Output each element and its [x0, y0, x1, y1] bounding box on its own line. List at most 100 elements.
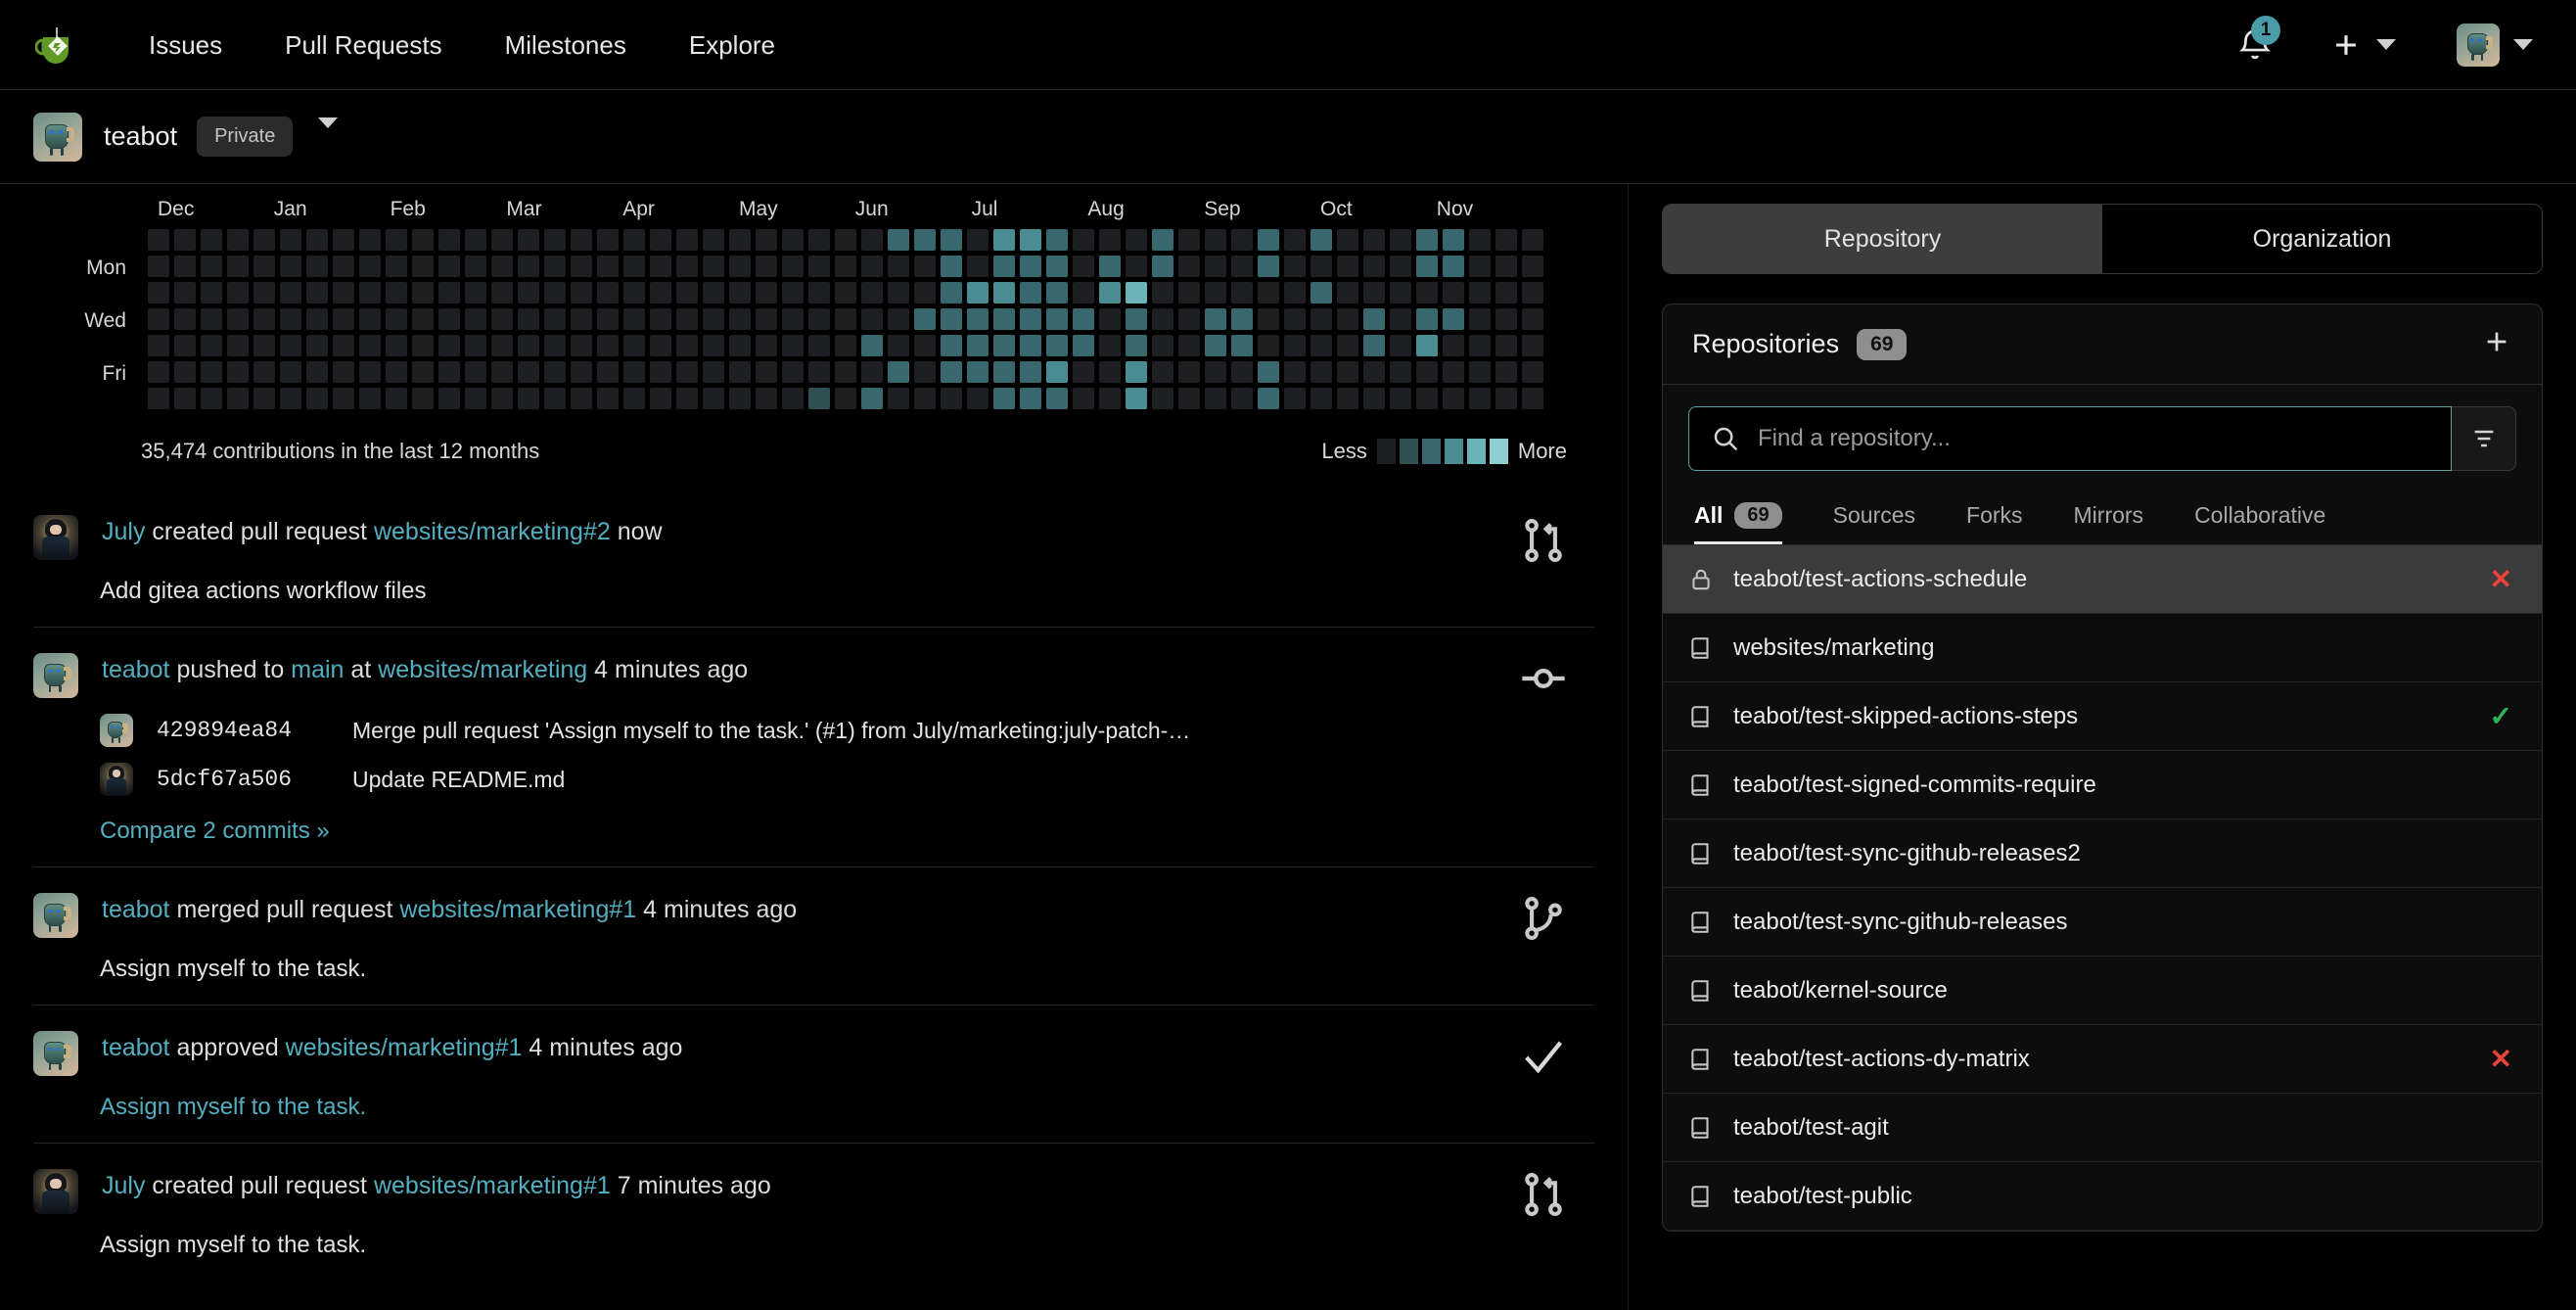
heatmap-cell[interactable]	[253, 335, 275, 356]
heatmap-cell[interactable]	[1311, 229, 1332, 251]
heatmap-cell[interactable]	[1284, 282, 1306, 304]
heatmap-cell[interactable]	[676, 229, 698, 251]
heatmap-cell[interactable]	[914, 308, 936, 330]
heatmap-cell[interactable]	[465, 361, 486, 383]
heatmap-cell[interactable]	[1390, 361, 1411, 383]
heatmap-cell[interactable]	[386, 256, 407, 277]
heatmap-cell[interactable]	[201, 229, 222, 251]
heatmap-cell[interactable]	[412, 335, 434, 356]
heatmap-cell[interactable]	[201, 308, 222, 330]
repository-list-item[interactable]: teabot/test-actions-dy-matrix ✕	[1663, 1025, 2542, 1094]
heatmap-cell[interactable]	[941, 308, 962, 330]
heatmap-cell[interactable]	[835, 388, 856, 409]
heatmap-cell[interactable]	[888, 282, 909, 304]
heatmap-cell[interactable]	[1311, 335, 1332, 356]
heatmap-cell[interactable]	[993, 282, 1015, 304]
heatmap-cell[interactable]	[729, 335, 751, 356]
heatmap-cell[interactable]	[1046, 256, 1068, 277]
heatmap-cell[interactable]	[967, 282, 989, 304]
heatmap-cell[interactable]	[465, 256, 486, 277]
heatmap-cell[interactable]	[861, 388, 883, 409]
heatmap-cell[interactable]	[861, 308, 883, 330]
heatmap-cell[interactable]	[808, 256, 830, 277]
heatmap-cell[interactable]	[782, 388, 804, 409]
nav-link-pull-requests[interactable]: Pull Requests	[253, 0, 473, 90]
heatmap-cell[interactable]	[306, 308, 328, 330]
heatmap-cell[interactable]	[174, 361, 196, 383]
heatmap-cell[interactable]	[941, 282, 962, 304]
heatmap-cell[interactable]	[1126, 335, 1147, 356]
heatmap-cell[interactable]	[359, 335, 381, 356]
heatmap-cell[interactable]	[1522, 282, 1543, 304]
activity-target-link[interactable]: websites/marketing#2	[374, 518, 611, 545]
heatmap-cell[interactable]	[941, 256, 962, 277]
heatmap-cell[interactable]	[1495, 256, 1517, 277]
heatmap-cell[interactable]	[491, 388, 513, 409]
heatmap-cell[interactable]	[1495, 282, 1517, 304]
heatmap-cell[interactable]	[888, 388, 909, 409]
heatmap-cell[interactable]	[1284, 229, 1306, 251]
heatmap-cell[interactable]	[888, 256, 909, 277]
nav-link-milestones[interactable]: Milestones	[474, 0, 658, 90]
heatmap-cell[interactable]	[333, 282, 354, 304]
heatmap-cell[interactable]	[280, 388, 301, 409]
heatmap-cell[interactable]	[333, 335, 354, 356]
heatmap-cell[interactable]	[1469, 308, 1491, 330]
heatmap-cell[interactable]	[597, 256, 619, 277]
heatmap-cell[interactable]	[756, 282, 777, 304]
compare-commits-link[interactable]: Compare 2 commits »	[100, 818, 330, 845]
heatmap-cell[interactable]	[756, 256, 777, 277]
heatmap-cell[interactable]	[676, 308, 698, 330]
heatmap-cell[interactable]	[1469, 361, 1491, 383]
search-box[interactable]	[1688, 406, 2452, 471]
heatmap-cell[interactable]	[1495, 361, 1517, 383]
heatmap-cell[interactable]	[1416, 308, 1438, 330]
heatmap-cell[interactable]	[412, 282, 434, 304]
heatmap-cell[interactable]	[491, 335, 513, 356]
heatmap-cell[interactable]	[253, 256, 275, 277]
heatmap-cell[interactable]	[465, 308, 486, 330]
heatmap-cell[interactable]	[993, 361, 1015, 383]
heatmap-cell[interactable]	[1469, 256, 1491, 277]
activity-target-link[interactable]: websites/marketing#1	[374, 1172, 611, 1199]
heatmap-cell[interactable]	[703, 361, 724, 383]
heatmap-cell[interactable]	[888, 308, 909, 330]
heatmap-cell[interactable]	[1443, 229, 1464, 251]
heatmap-cell[interactable]	[1522, 256, 1543, 277]
heatmap-cell[interactable]	[571, 361, 592, 383]
heatmap-cell[interactable]	[1020, 282, 1041, 304]
heatmap-cell[interactable]	[1495, 335, 1517, 356]
heatmap-cell[interactable]	[1099, 282, 1121, 304]
repository-list-item[interactable]: teabot/test-public	[1663, 1162, 2542, 1231]
gitea-teacup-logo[interactable]	[33, 20, 84, 70]
heatmap-cell[interactable]	[1178, 229, 1200, 251]
owner-switch-button[interactable]	[318, 117, 339, 146]
heatmap-cell[interactable]	[333, 388, 354, 409]
heatmap-cell[interactable]	[227, 229, 249, 251]
heatmap-cell[interactable]	[993, 308, 1015, 330]
activity-target-link[interactable]: websites/marketing	[378, 656, 587, 683]
heatmap-cell[interactable]	[729, 388, 751, 409]
heatmap-cell[interactable]	[1363, 335, 1385, 356]
heatmap-cell[interactable]	[861, 282, 883, 304]
heatmap-cell[interactable]	[941, 388, 962, 409]
heatmap-cell[interactable]	[1495, 388, 1517, 409]
heatmap-cell[interactable]	[333, 308, 354, 330]
heatmap-cell[interactable]	[835, 229, 856, 251]
heatmap-cell[interactable]	[412, 256, 434, 277]
heatmap-cell[interactable]	[1231, 335, 1253, 356]
heatmap-cell[interactable]	[306, 388, 328, 409]
heatmap-cell[interactable]	[914, 282, 936, 304]
heatmap-cell[interactable]	[1469, 388, 1491, 409]
heatmap-cell[interactable]	[782, 335, 804, 356]
heatmap-cell[interactable]	[1469, 335, 1491, 356]
heatmap-cell[interactable]	[808, 282, 830, 304]
heatmap-cell[interactable]	[1363, 282, 1385, 304]
heatmap-cell[interactable]	[386, 229, 407, 251]
heatmap-cell[interactable]	[967, 256, 989, 277]
heatmap-cell[interactable]	[650, 335, 671, 356]
heatmap-cell[interactable]	[306, 361, 328, 383]
heatmap-cell[interactable]	[1337, 361, 1358, 383]
heatmap-cell[interactable]	[306, 282, 328, 304]
heatmap-cell[interactable]	[544, 388, 566, 409]
